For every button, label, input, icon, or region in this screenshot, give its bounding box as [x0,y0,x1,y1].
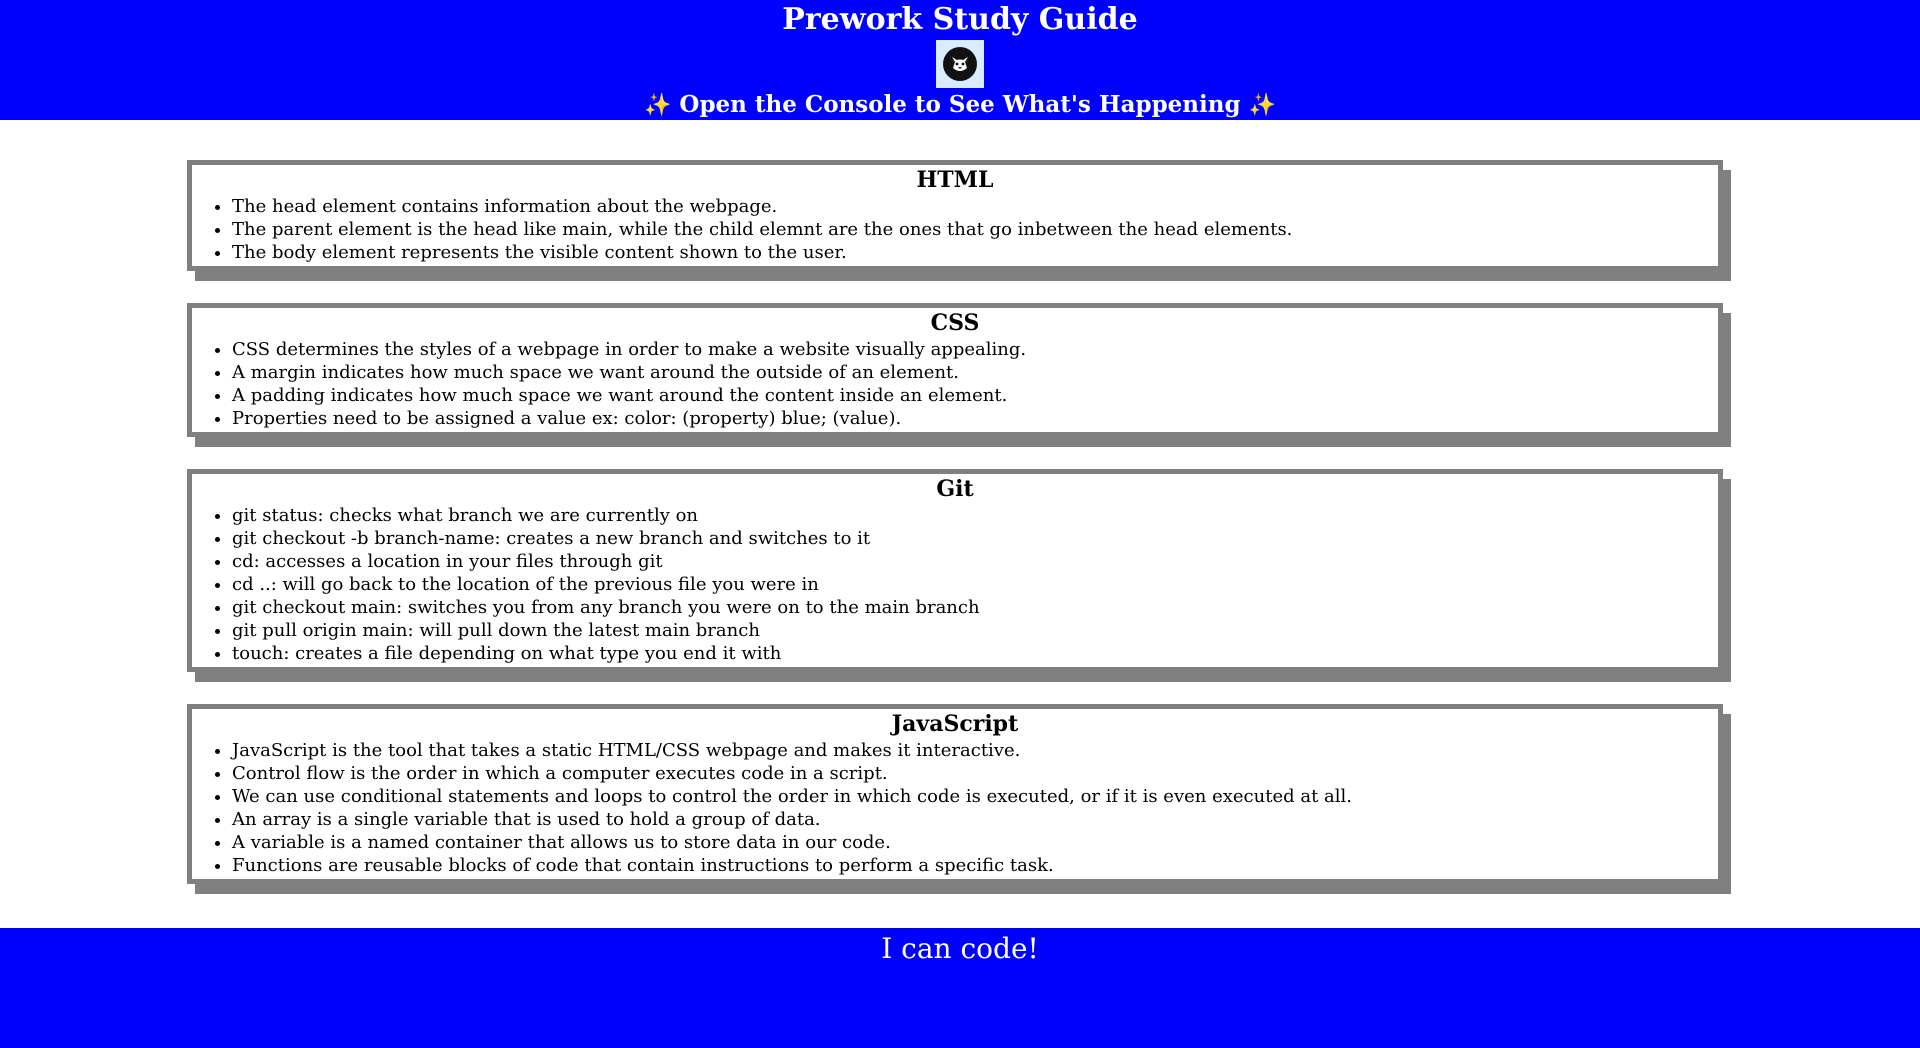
list-item: cd ..: will go back to the location of t… [232,573,1718,596]
section-javascript: JavaScript JavaScript is the tool that t… [187,704,1723,884]
page-title: Prework Study Guide [782,2,1138,37]
section-html: HTML The head element contains informati… [187,160,1723,271]
list-item: git pull origin main: will pull down the… [232,619,1718,642]
list-item: Control flow is the order in which a com… [232,762,1718,785]
list-item: The head element contains information ab… [232,195,1718,218]
study-guide: HTML The head element contains informati… [0,120,1920,884]
page-header: Prework Study Guide ✨ Open the Console t… [0,0,1920,120]
topic-list: CSS determines the styles of a webpage i… [192,338,1718,430]
sparkles-icon: ✨ [1248,93,1276,118]
list-item: A padding indicates how much space we wa… [232,384,1718,407]
list-item: A margin indicates how much space we wan… [232,361,1718,384]
page-footer: I can code! [0,928,1920,1048]
cat-icon [942,46,978,82]
list-item: CSS determines the styles of a webpage i… [232,338,1718,361]
topic-list: JavaScript is the tool that takes a stat… [192,739,1718,877]
logo [936,40,984,88]
section-title: HTML [916,167,994,193]
list-item: We can use conditional statements and lo… [232,785,1718,808]
list-item: git checkout main: switches you from any… [232,596,1718,619]
list-item: git checkout -b branch-name: creates a n… [232,527,1718,550]
list-item: Functions are reusable blocks of code th… [232,854,1718,877]
list-item: The body element represents the visible … [232,241,1718,264]
footer-text: I can code! [881,932,1039,965]
list-item: JavaScript is the tool that takes a stat… [232,739,1718,762]
list-item: A variable is a named container that all… [232,831,1718,854]
topic-list: git status: checks what branch we are cu… [192,504,1718,665]
section-title: Git [936,476,974,502]
list-item: git status: checks what branch we are cu… [232,504,1718,527]
section-title: JavaScript [891,711,1019,737]
list-item: touch: creates a file depending on what … [232,642,1718,665]
console-hint-text: Open the Console to See What's Happening [679,91,1241,118]
section-title: CSS [930,310,980,336]
list-item: cd: accesses a location in your files th… [232,550,1718,573]
section-css: CSS CSS determines the styles of a webpa… [187,303,1723,437]
list-item: The parent element is the head like main… [232,218,1718,241]
sparkles-icon: ✨ [644,93,672,118]
console-hint: ✨ Open the Console to See What's Happeni… [0,90,1920,121]
list-item: Properties need to be assigned a value e… [232,407,1718,430]
section-git: Git git status: checks what branch we ar… [187,469,1723,672]
topic-list: The head element contains information ab… [192,195,1718,264]
list-item: An array is a single variable that is us… [232,808,1718,831]
